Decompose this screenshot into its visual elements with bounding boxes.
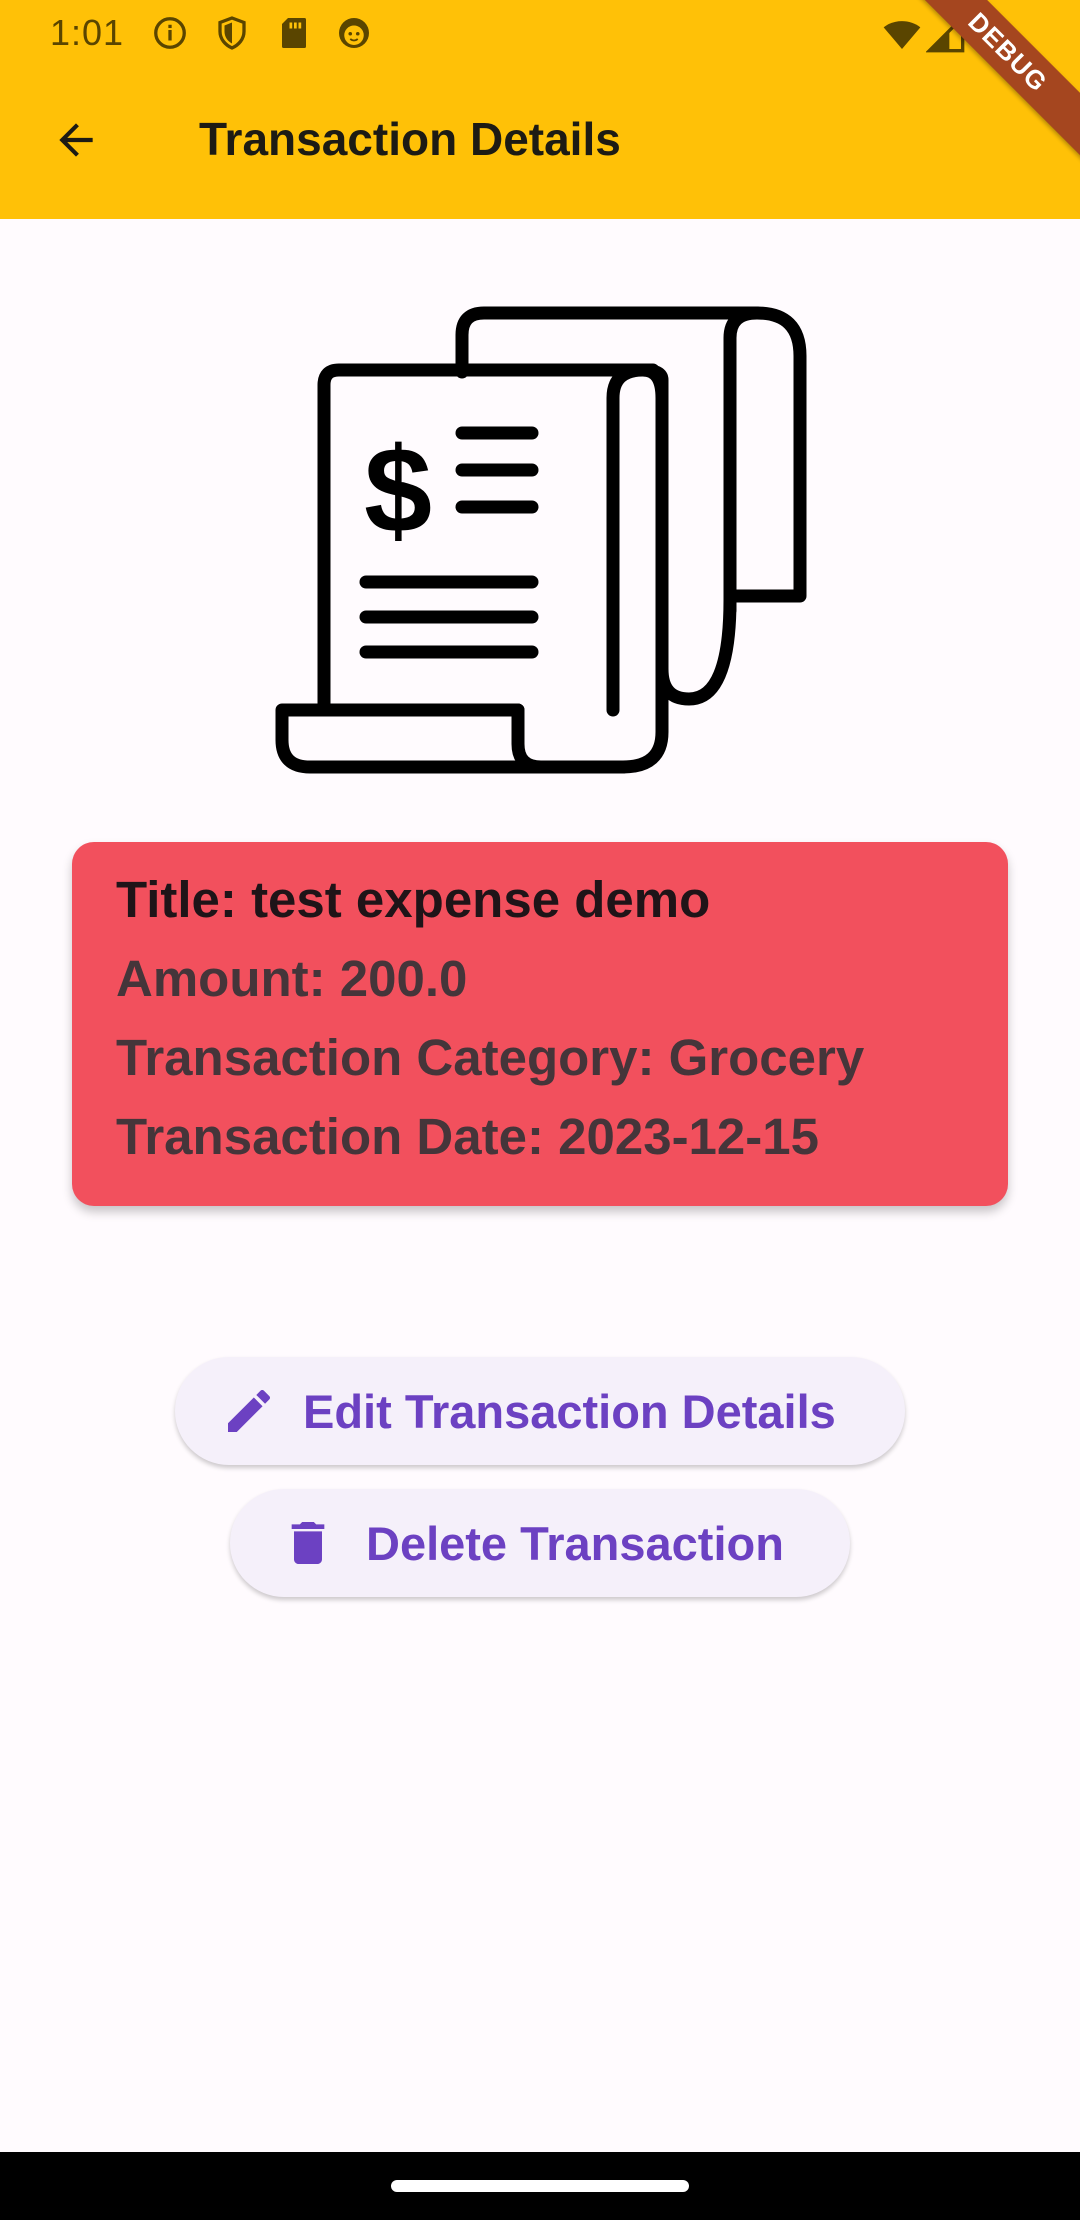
- svg-text:$: $: [364, 422, 432, 558]
- transaction-title: Title: test expense demo: [116, 871, 711, 928]
- back-button[interactable]: [44, 110, 108, 174]
- transaction-card: Title: test expense demo Amount: 200.0 T…: [72, 842, 1008, 1206]
- transaction-amount: Amount: 200.0: [116, 950, 468, 1007]
- delete-transaction-label: Delete Transaction: [366, 1516, 784, 1570]
- page-title: Transaction Details: [199, 113, 621, 165]
- sd-card-icon: [276, 15, 312, 51]
- transaction-date: Transaction Date: 2023-12-15: [116, 1108, 819, 1165]
- shield-icon: [214, 15, 250, 51]
- delete-transaction-button[interactable]: Delete Transaction: [230, 1489, 850, 1597]
- info-icon: [152, 15, 188, 51]
- pencil-icon: [221, 1383, 277, 1439]
- status-bar: 1:01: [0, 0, 1080, 64]
- transaction-category: Transaction Category: Grocery: [116, 1029, 865, 1086]
- arrow-back-icon: [51, 115, 101, 170]
- trash-icon: [280, 1515, 336, 1571]
- face-icon: [336, 15, 372, 51]
- status-time: 1:01: [50, 12, 125, 53]
- home-gesture-handle[interactable]: [391, 2180, 689, 2192]
- edit-transaction-button[interactable]: Edit Transaction Details: [175, 1357, 905, 1465]
- app-bar: 1:01 DEBUG Transaction Details: [0, 0, 1080, 219]
- receipt-dollar-icon: $: [270, 300, 810, 775]
- edit-transaction-label: Edit Transaction Details: [303, 1384, 836, 1438]
- wifi-icon: [882, 14, 922, 54]
